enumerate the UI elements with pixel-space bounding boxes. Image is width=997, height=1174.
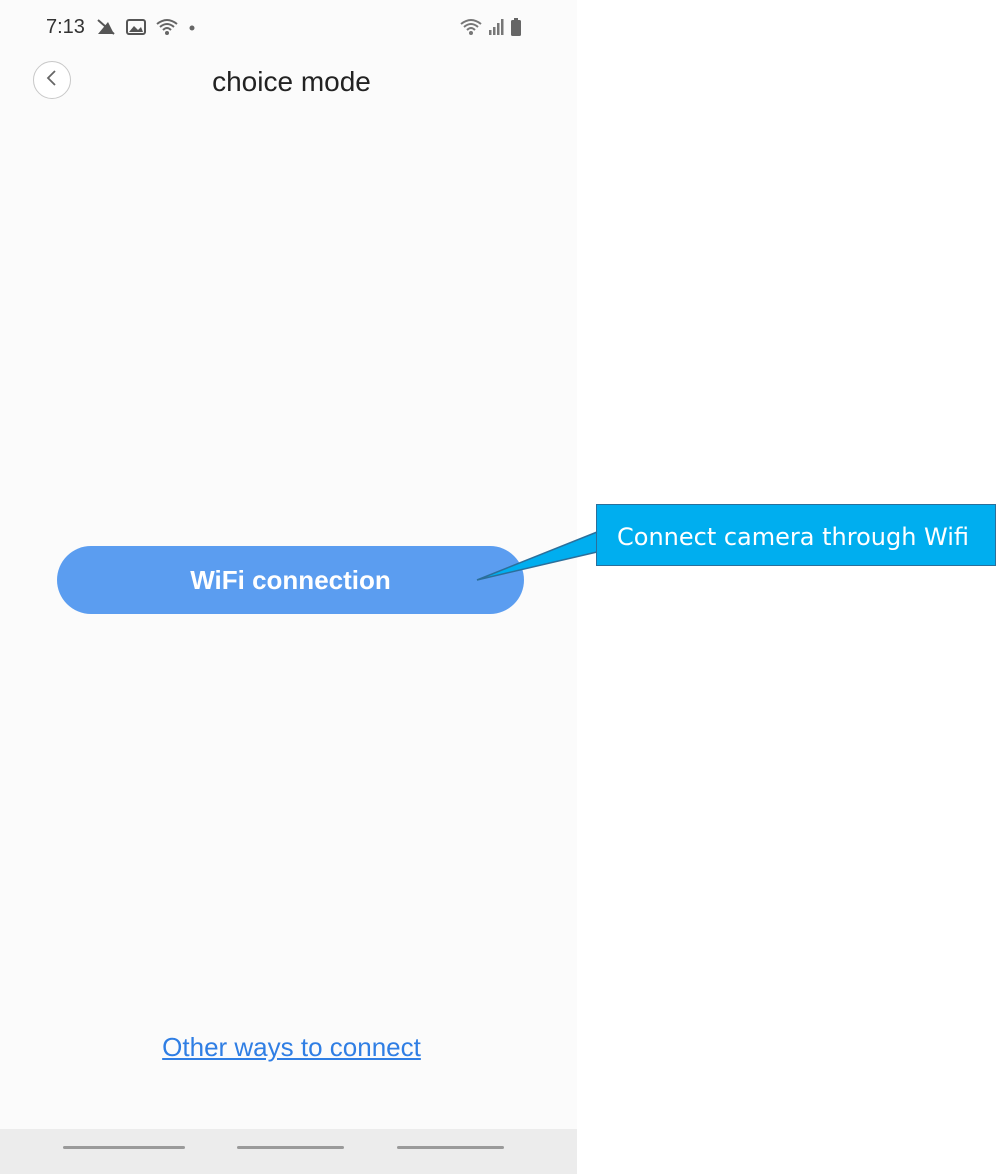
wifi-icon: [156, 18, 178, 41]
other-ways-to-connect-link[interactable]: Other ways to connect: [0, 1032, 577, 1063]
image-icon: [126, 18, 146, 41]
status-icons-left: [96, 18, 196, 41]
nav-home-button[interactable]: [237, 1146, 344, 1149]
wifi-icon: [460, 18, 482, 41]
status-time: 7:13: [46, 16, 85, 38]
wifi-connection-label: WiFi connection: [190, 564, 391, 595]
nav-back-button[interactable]: [397, 1146, 504, 1149]
dot-icon: [188, 18, 196, 41]
mute-notification-icon: [96, 18, 116, 41]
wifi-connection-button[interactable]: WiFi connection: [57, 546, 524, 614]
app-header: choice mode: [0, 52, 577, 112]
battery-icon: [510, 18, 522, 41]
screenshot-canvas: 7:13 choice mode WiFi connection Other w…: [0, 0, 997, 1174]
navigation-bar: [0, 1129, 577, 1174]
status-icons-right: [460, 18, 522, 41]
callout-box: Connect camera through Wifi: [596, 504, 996, 566]
phone-screen: 7:13 choice mode WiFi connection Other w…: [0, 0, 577, 1174]
signal-icon: [488, 18, 504, 41]
page-title: choice mode: [212, 66, 371, 97]
nav-recents-button[interactable]: [63, 1146, 185, 1149]
status-bar: 7:13: [0, 0, 577, 52]
